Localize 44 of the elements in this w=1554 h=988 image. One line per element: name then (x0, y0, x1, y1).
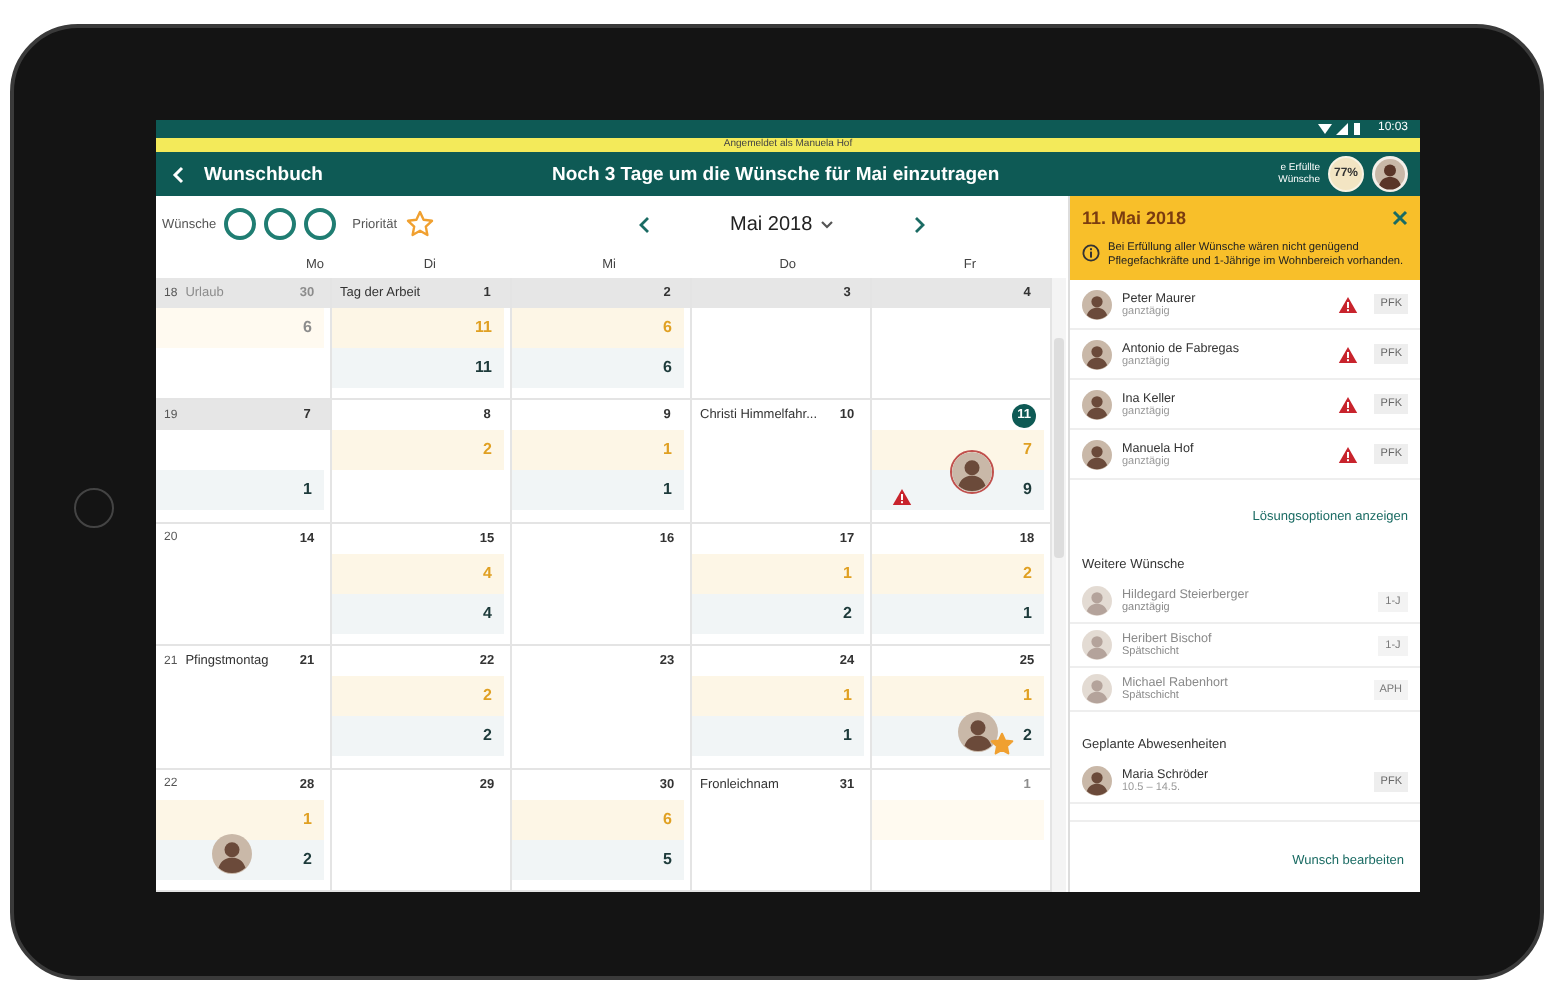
staff-count: 5 (512, 839, 684, 880)
wish-count: 2 (332, 676, 504, 717)
person-avatar-icon (1082, 439, 1112, 469)
wish-count: 4 (332, 553, 504, 594)
staff-count: 11 (332, 348, 504, 388)
person-avatar-icon (1082, 339, 1112, 369)
person-avatar-icon (1082, 766, 1112, 796)
staff-count: 1 (512, 470, 684, 511)
staff-count: 1 (156, 470, 324, 511)
staff-count: 2 (692, 593, 864, 634)
scrollbar-thumb[interactable] (1054, 338, 1064, 558)
staff-count: 1 (872, 593, 1044, 634)
chevron-left-icon[interactable] (638, 215, 650, 233)
info-icon (1082, 244, 1100, 262)
caret-icon (820, 219, 835, 229)
staff-count: 6 (512, 348, 684, 388)
chevron-right-icon[interactable] (914, 215, 927, 233)
wish-count: 1 (692, 676, 864, 717)
wish-count: 2 (872, 553, 1044, 594)
wish-count: 11 (332, 308, 504, 348)
deadline-title: Noch 3 Tage um die Wünsche für Mai einzutragen (552, 163, 1002, 185)
wish-count: 2 (332, 430, 504, 471)
month-picker[interactable]: Mai 2018 (730, 213, 835, 235)
staff-count: 2 (332, 716, 504, 757)
wish-count: 1 (872, 676, 1044, 717)
close-icon[interactable] (1392, 210, 1408, 226)
person-avatar-icon (1082, 674, 1112, 704)
panel-title: 11. Mai 2018 (1082, 208, 1187, 228)
wish-count: 1 (512, 430, 684, 471)
staff-count: 1 (692, 716, 864, 757)
wish-count: 1 (692, 553, 864, 594)
scrollbar[interactable] (1052, 278, 1066, 892)
wish-count: 6 (156, 308, 324, 348)
wish-count: 1 (156, 799, 324, 840)
wish-count: 6 (512, 308, 684, 348)
person-avatar-icon (1082, 586, 1112, 616)
person-avatar-icon (1082, 289, 1112, 319)
app-title: Wunschbuch (204, 163, 323, 185)
back-icon[interactable] (172, 165, 184, 183)
person-avatar-icon (1082, 630, 1112, 660)
staff-count: 4 (332, 593, 504, 634)
person-avatar-icon (1082, 389, 1112, 419)
wish-count: 6 (512, 799, 684, 840)
user-avatar-icon[interactable] (1372, 156, 1408, 192)
